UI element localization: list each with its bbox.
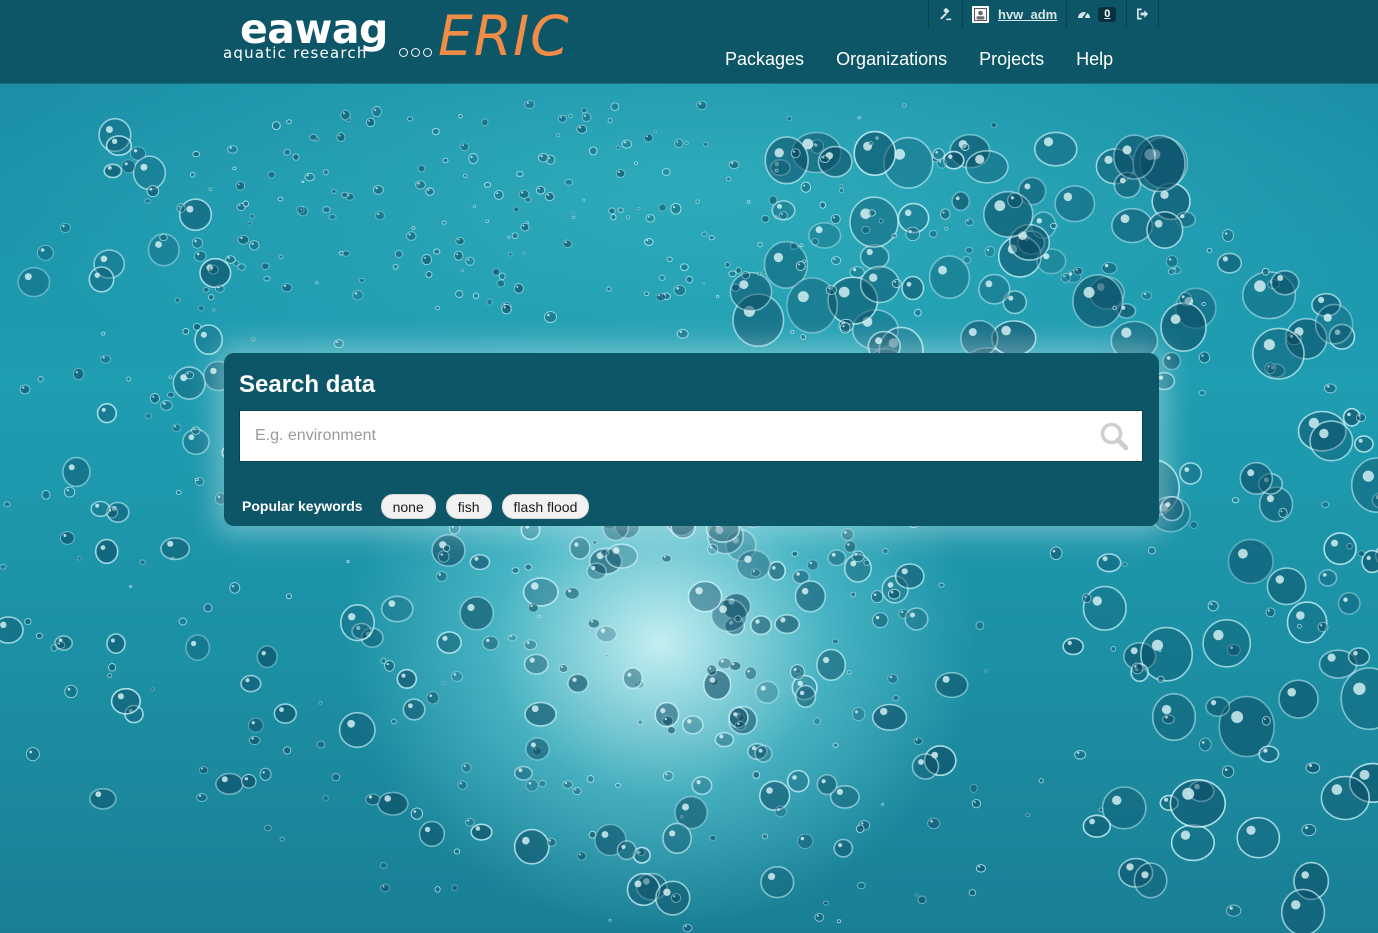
- main-nav: Packages Organizations Projects Help: [709, 46, 1129, 72]
- logo-tagline: aquatic research: [223, 44, 368, 62]
- keywords-label: Popular keywords: [242, 497, 363, 514]
- gavel-icon: [940, 7, 952, 20]
- search-button[interactable]: [1098, 421, 1130, 453]
- logout-link[interactable]: [1127, 0, 1160, 28]
- logo-product: ERIC: [438, 4, 570, 68]
- nav-organizations[interactable]: Organizations: [820, 46, 963, 72]
- nav-packages[interactable]: Packages: [709, 46, 820, 72]
- keyword-tag[interactable]: fish: [445, 494, 492, 519]
- popular-keywords: Popular keywords none fish flash flood: [242, 493, 599, 519]
- nav-help[interactable]: Help: [1060, 46, 1129, 72]
- notification-badge: 0: [1098, 6, 1117, 22]
- keyword-tag[interactable]: none: [380, 494, 436, 519]
- sysadmin-link[interactable]: [929, 0, 963, 28]
- site-header: eawag aquatic research ERIC hvw_adm 0 Pa…: [0, 0, 1378, 83]
- search-title: Search data: [239, 371, 376, 398]
- search-form: [239, 410, 1143, 462]
- dashboard-icon: [1078, 11, 1091, 19]
- account-masthead: hvw_adm 0: [928, 0, 1160, 28]
- logo-dots: [399, 48, 432, 57]
- search-icon: [1100, 422, 1129, 451]
- search-input[interactable]: [240, 411, 1110, 461]
- user-link[interactable]: hvw_adm: [963, 0, 1068, 28]
- avatar-icon: [972, 5, 989, 23]
- sign-out-icon: [1137, 8, 1149, 20]
- username: hvw_adm: [998, 6, 1058, 22]
- search-panel: Search data Popular keywords none fish f…: [224, 353, 1159, 526]
- dashboard-link[interactable]: 0: [1067, 0, 1128, 28]
- keyword-tag[interactable]: flash flood: [501, 494, 590, 519]
- nav-projects[interactable]: Projects: [963, 46, 1060, 72]
